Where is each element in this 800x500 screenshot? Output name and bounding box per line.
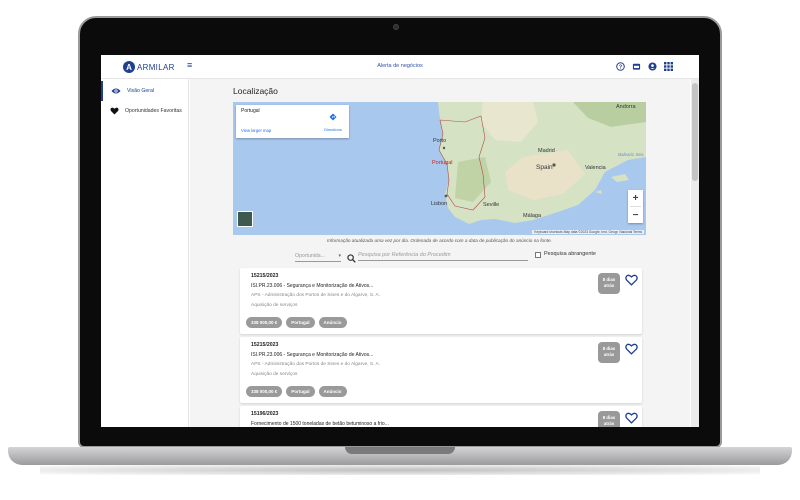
- filter-row: Oportunida... ▾ Pesquisa abrangente: [295, 249, 645, 263]
- opportunity-card[interactable]: 15215/2023 ISI.PR.23.006 - Segurança e M…: [240, 268, 642, 334]
- broad-search-label: Pesquisa abrangente: [544, 251, 596, 257]
- zoom-in-button[interactable]: +: [628, 190, 643, 206]
- app-screen: A ARMILAR ≡ Alerta de negócios ? Visão G…: [101, 55, 699, 427]
- sidebar-item-overview[interactable]: Visão Geral: [101, 81, 189, 101]
- map-place-name: Portugal: [241, 108, 260, 114]
- location-map[interactable]: Portugal Spain Madrid Lisbon Porto Andor…: [233, 102, 646, 235]
- sidebar-item-label: Oportunidades Favoritas: [125, 108, 182, 114]
- price-chip: 338 000,00 €: [246, 386, 283, 397]
- opportunity-type-select[interactable]: Oportunida... ▾: [295, 250, 341, 262]
- map-label-portugal: Portugal: [432, 160, 453, 166]
- country-chip: Portugal: [286, 386, 315, 397]
- search-icon: [347, 250, 357, 263]
- favorite-heart-icon[interactable]: [625, 273, 638, 286]
- directions-button[interactable]: Directions: [322, 108, 344, 132]
- caret-down-icon: ▾: [338, 253, 341, 259]
- sidebar-item-favorites[interactable]: Oportunidades Favoritas: [101, 101, 189, 121]
- notice-type-chip: Anúncio: [318, 317, 347, 328]
- help-icon[interactable]: ?: [616, 62, 625, 71]
- card-title: ISI.PR.23.006 - Segurança e Monitorizaçã…: [251, 352, 374, 358]
- map-label-malaga: Málaga: [523, 213, 542, 219]
- card-type: Aquisição de serviços: [251, 303, 298, 308]
- sidebar: Visão Geral Oportunidades Favoritas: [101, 79, 189, 427]
- zoom-out-button[interactable]: −: [628, 207, 643, 223]
- directions-label: Directions: [324, 127, 342, 132]
- country-chip: Portugal: [286, 317, 315, 328]
- map-label-lisbon: Lisbon: [431, 201, 448, 207]
- map-label-valencia: Valencia: [585, 165, 606, 171]
- update-note: Informação atualizada uma vez por dia. O…: [327, 238, 552, 243]
- top-bar: A ARMILAR ≡ Alerta de negócios ?: [101, 55, 699, 79]
- sidebar-item-label: Visão Geral: [127, 88, 155, 94]
- price-chip: 338 000,00 €: [246, 317, 283, 328]
- card-title: Fornecimento de 1500 toneladas de betão …: [251, 421, 389, 427]
- opportunity-type-value: Oportunida...: [295, 253, 325, 259]
- section-title: Localização: [233, 86, 278, 96]
- map-label-seville: Seville: [483, 202, 500, 208]
- card-title: ISI.PR.23.006 - Segurança e Monitorizaçã…: [251, 283, 374, 289]
- card-reference: 15196/2023: [251, 411, 279, 417]
- map-attribution[interactable]: Keyboard shortcuts Map data ©2023 Google…: [532, 230, 644, 234]
- card-type: Aquisição de serviços: [251, 372, 298, 377]
- map-label-andorra: Andorra: [616, 104, 636, 110]
- opportunity-card[interactable]: 15215/2023 ISI.PR.23.006 - Segurança e M…: [240, 337, 642, 403]
- favorite-heart-icon[interactable]: [625, 342, 638, 355]
- laptop-shadow: [40, 465, 760, 475]
- map-label-porto: Porto: [433, 138, 447, 144]
- svg-text:?: ?: [619, 65, 622, 71]
- map-type-toggle[interactable]: [237, 211, 253, 227]
- apps-grid-icon[interactable]: [664, 62, 673, 71]
- card-entity: APS - Administração dos Portos de Sines …: [251, 293, 381, 298]
- top-icons: ?: [616, 62, 673, 71]
- days-ago-badge: 8 dias atrás: [598, 342, 620, 363]
- card-chips: 338 000,00 € Portugal Anúncio: [246, 317, 347, 328]
- eye-icon: [111, 86, 121, 96]
- page-title: Alerta de negócios: [377, 63, 423, 69]
- main-scrollbar[interactable]: [691, 79, 699, 427]
- account-icon[interactable]: [648, 62, 657, 71]
- card-entity: APS - Administração dos Portos de Sines …: [251, 362, 381, 367]
- main-content: Localização Portugal Spain Madrid Lisbon: [190, 79, 690, 427]
- days-ago-badge: 8 dias atrás: [598, 273, 620, 294]
- laptop-notch: [345, 447, 455, 454]
- map-label-sea: Balearic Sea: [618, 152, 644, 157]
- directions-icon: [329, 113, 337, 121]
- map-label-madrid: Madrid: [538, 148, 555, 154]
- search-input[interactable]: [358, 249, 528, 261]
- card-chips: 338 000,00 € Portugal Anúncio: [246, 386, 347, 397]
- view-larger-map-link[interactable]: View larger map: [241, 128, 271, 133]
- camera: [393, 24, 399, 30]
- card-reference: 15215/2023: [251, 273, 279, 279]
- heart-icon: [109, 106, 119, 116]
- card-reference: 15215/2023: [251, 342, 279, 348]
- days-ago-badge: 8 dias atrás: [598, 411, 620, 427]
- notice-type-chip: Anúncio: [318, 386, 347, 397]
- favorite-heart-icon[interactable]: [625, 411, 638, 424]
- map-label-spain: Spain: [536, 164, 553, 171]
- map-info-card: Portugal View larger map Directions: [236, 105, 349, 138]
- opportunity-card[interactable]: 15196/2023 Fornecimento de 1500 tonelada…: [240, 406, 642, 427]
- zoom-controls: + −: [628, 190, 643, 223]
- broad-search-checkbox[interactable]: [535, 252, 541, 258]
- scroll-thumb[interactable]: [692, 83, 698, 181]
- store-icon[interactable]: [632, 62, 641, 71]
